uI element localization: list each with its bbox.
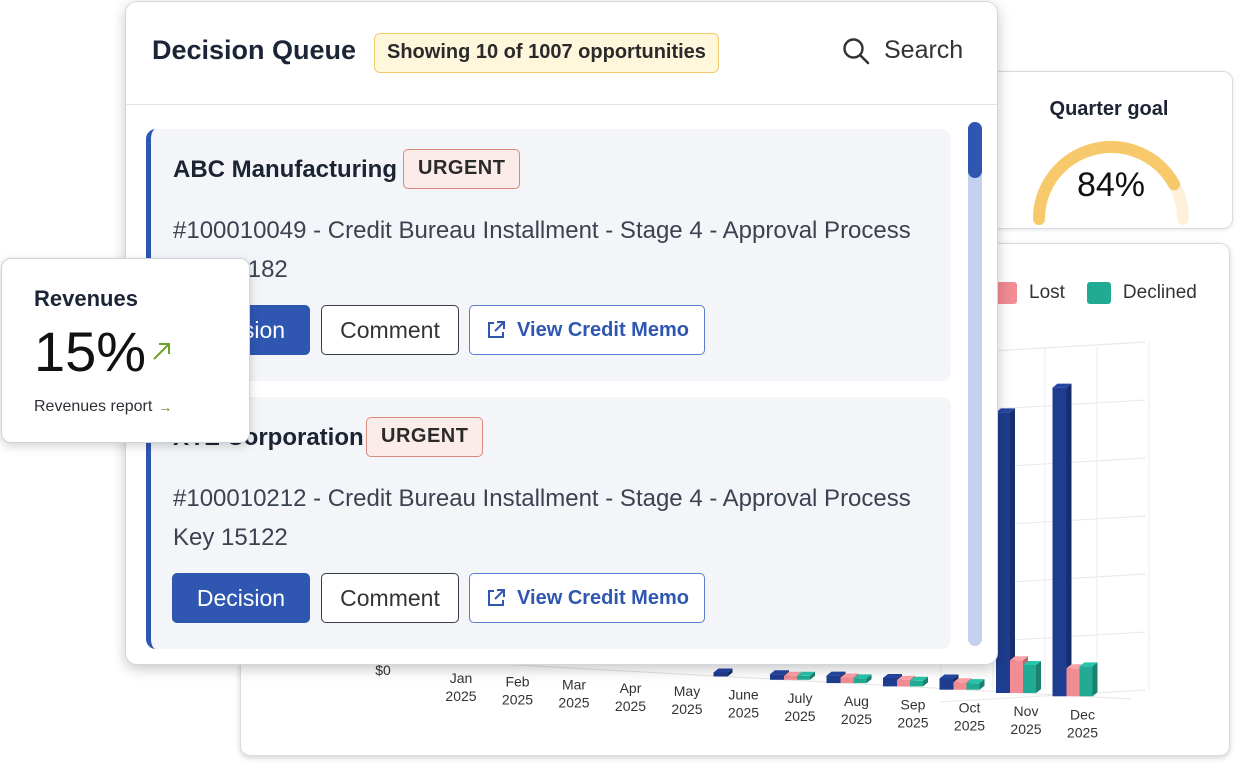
bar-front	[953, 682, 967, 690]
x-tick-label: Feb	[505, 673, 529, 689]
opportunity-description: #100010212 - Credit Bureau Installment -…	[173, 485, 911, 551]
bar-front	[1066, 668, 1080, 697]
decision-queue-panel: Decision Queue Showing 10 of 1007 opport…	[125, 1, 998, 665]
legend-label-declined: Declined	[1122, 282, 1197, 303]
bar-front	[1079, 666, 1093, 697]
x-tick-label: 2025	[897, 714, 928, 730]
search-button[interactable]: Search	[842, 36, 963, 65]
x-tick-label: 2025	[502, 691, 533, 707]
bar-side	[1010, 408, 1015, 693]
chart-bar-series-3	[996, 408, 1015, 693]
view-credit-memo-button[interactable]: View Credit Memo	[469, 573, 705, 623]
x-tick-label: 2025	[558, 695, 589, 711]
x-tick-label: 2025	[954, 718, 985, 734]
decision-button[interactable]: Decision	[172, 573, 310, 623]
bar-front	[1010, 660, 1023, 693]
revenues-report-label: Revenues report	[34, 398, 153, 415]
x-tick-label: 2025	[615, 698, 646, 714]
x-tick-label: 2025	[671, 701, 702, 717]
bar-front	[1052, 387, 1067, 697]
bar-front	[826, 675, 841, 684]
bar-side	[1092, 662, 1098, 697]
x-tick-label: Apr	[620, 680, 642, 696]
x-tick-label: July	[788, 690, 813, 706]
bar-front	[897, 679, 910, 687]
chart-bar-series-3	[713, 668, 733, 677]
x-tick-label: May	[674, 683, 700, 699]
external-link-icon	[488, 589, 506, 606]
chart-bar-series-3	[1052, 383, 1072, 697]
comment-button[interactable]: Comment	[321, 573, 459, 623]
legend-label-lost: Lost	[1029, 282, 1065, 303]
revenues-card: Revenues 15% Revenues report →	[1, 258, 250, 443]
bar-front	[910, 680, 923, 687]
urgent-badge: URGENT	[366, 417, 484, 457]
x-tick-label: Aug	[844, 693, 869, 709]
bar-front	[713, 672, 728, 677]
x-tick-label: 2025	[1067, 724, 1098, 740]
legend-swatch-declined	[1086, 282, 1111, 304]
urgent-badge: URGENT	[403, 149, 521, 189]
x-tick-label: Nov	[1014, 703, 1039, 719]
revenues-value: 15%	[34, 320, 147, 383]
x-tick-label: 2025	[784, 708, 815, 724]
legend-item-lost[interactable]: Lost	[993, 282, 1065, 304]
chart-bar-declined	[1079, 662, 1098, 697]
x-tick-label: 2025	[841, 711, 872, 727]
opportunity-count-badge: Showing 10 of 1007 opportunities	[374, 33, 719, 73]
x-tick-label: 2025	[728, 705, 759, 721]
quarter-goal-card: Quarter goal 84%	[985, 71, 1233, 229]
chart-legend: Lost Declined	[993, 282, 1209, 304]
bar-side	[1066, 383, 1072, 697]
chart-bar-declined	[1023, 660, 1041, 693]
revenues-title: Revenues	[34, 286, 138, 311]
x-tick-label: Oct	[959, 700, 981, 716]
queue-title: Decision Queue	[152, 35, 357, 65]
view-credit-memo-label: View Credit Memo	[517, 318, 689, 341]
view-credit-memo-label: View Credit Memo	[517, 586, 689, 609]
queue-header: Decision Queue Showing 10 of 1007 opport…	[126, 2, 997, 105]
bar-front	[840, 677, 854, 684]
queue-scrollbar[interactable]	[968, 122, 982, 646]
search-label: Search	[884, 36, 964, 64]
bar-front	[853, 678, 867, 684]
bar-front	[883, 677, 897, 687]
legend-item-declined[interactable]: Declined	[1086, 282, 1197, 304]
bar-front	[996, 412, 1010, 693]
revenues-report-link[interactable]: Revenues report →	[34, 398, 172, 416]
x-tick-label: 2025	[1010, 721, 1041, 737]
trend-up-icon	[153, 343, 170, 360]
x-tick-label: June	[728, 687, 759, 703]
opportunity-card: ABC Manufacturing URGENT #100010049 - Cr…	[146, 129, 951, 381]
bar-front	[784, 675, 797, 680]
x-tick-label: 2025	[445, 688, 476, 704]
bar-front	[797, 675, 810, 680]
bar-front	[939, 678, 954, 690]
comment-button[interactable]: Comment	[321, 305, 459, 355]
x-tick-label: Sep	[901, 696, 926, 712]
x-tick-label: Mar	[562, 677, 586, 693]
view-credit-memo-button[interactable]: View Credit Memo	[469, 305, 705, 355]
x-tick-label: Dec	[1070, 706, 1095, 722]
arrow-right-icon: →	[158, 399, 173, 415]
bar-side	[1036, 660, 1041, 693]
x-tick-label: Jan	[450, 670, 473, 686]
quarter-goal-value: 84%	[1076, 166, 1146, 204]
bar-front	[966, 683, 980, 690]
opportunity-card: XYZ Corporation URGENT #100010212 - Cred…	[146, 397, 951, 649]
bar-front	[770, 674, 784, 680]
company-name: ABC Manufacturing	[173, 156, 397, 183]
search-icon	[843, 37, 870, 64]
bar-front	[1023, 664, 1036, 693]
external-link-icon	[488, 321, 506, 338]
opportunity-description: #100010049 - Credit Bureau Installment -…	[173, 217, 911, 283]
queue-scrollbar-thumb[interactable]	[968, 122, 982, 178]
quarter-goal-title: Quarter goal	[1049, 98, 1169, 120]
